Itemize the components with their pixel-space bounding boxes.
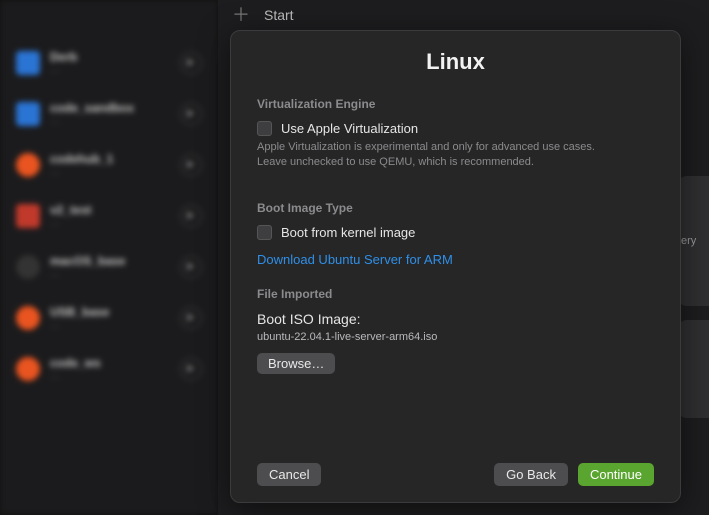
vm-sub: …: [50, 166, 113, 177]
dialog-title: Linux: [257, 49, 654, 75]
boot-iso-filename: ubuntu-22.04.1-live-server-arm64.iso: [257, 331, 654, 343]
vm-name: USB_base: [50, 305, 109, 319]
play-icon[interactable]: ▶: [180, 358, 202, 380]
sidebar-item-vm[interactable]: USB_base … ▶: [10, 297, 208, 338]
play-icon[interactable]: ▶: [180, 205, 202, 227]
section-file-imported: File Imported Boot ISO Image: ubuntu-22.…: [257, 287, 654, 374]
vm-sub: …: [50, 115, 134, 126]
vm-sub: …: [50, 268, 125, 279]
continue-button[interactable]: Continue: [578, 463, 654, 486]
vm-sub: …: [50, 217, 91, 228]
hint-text: Apple Virtualization is experimental and…: [257, 140, 617, 171]
sidebar-item-vm[interactable]: code_ws … ▶: [10, 348, 208, 389]
section-heading: File Imported: [257, 287, 654, 301]
main-area: ＋ Start ery Linux Virtualization Engine …: [218, 0, 709, 515]
sidebar-item-vm[interactable]: Derb … ▶: [10, 42, 208, 83]
checkbox-icon[interactable]: [257, 121, 272, 136]
use-apple-virtualization-row[interactable]: Use Apple Virtualization: [257, 121, 654, 136]
sidebar-item-vm[interactable]: codehub_1 … ▶: [10, 144, 208, 185]
wizard-dialog: Linux Virtualization Engine Use Apple Vi…: [230, 30, 681, 503]
vm-icon: [16, 306, 40, 330]
toolbar-start-label[interactable]: Start: [264, 7, 294, 23]
sidebar-item-vm[interactable]: macOS_base … ▶: [10, 246, 208, 287]
sidebar-item-vm[interactable]: v2_test … ▶: [10, 195, 208, 236]
play-icon[interactable]: ▶: [180, 103, 202, 125]
play-icon[interactable]: ▶: [180, 307, 202, 329]
peek-text: ery: [681, 235, 696, 247]
play-icon[interactable]: ▶: [180, 154, 202, 176]
sidebar-item-vm[interactable]: code_sandbox … ▶: [10, 93, 208, 134]
boot-from-kernel-row[interactable]: Boot from kernel image: [257, 225, 654, 240]
vm-icon: [16, 255, 40, 279]
section-heading: Boot Image Type: [257, 201, 654, 215]
go-back-button[interactable]: Go Back: [494, 463, 568, 486]
vm-icon: [16, 102, 40, 126]
cancel-button[interactable]: Cancel: [257, 463, 321, 486]
play-icon[interactable]: ▶: [180, 256, 202, 278]
vm-icon: [16, 51, 40, 75]
browse-button[interactable]: Browse…: [257, 353, 335, 374]
vm-sub: …: [50, 64, 77, 75]
section-virtualization-engine: Virtualization Engine Use Apple Virtuali…: [257, 97, 654, 171]
vm-icon: [16, 357, 40, 381]
dialog-footer: Cancel Go Back Continue: [257, 451, 654, 486]
add-icon[interactable]: ＋: [232, 6, 250, 24]
vm-sub: …: [50, 319, 109, 330]
vm-name: macOS_base: [50, 254, 125, 268]
vm-name: v2_test: [50, 203, 91, 217]
boot-iso-label: Boot ISO Image:: [257, 311, 654, 327]
background-card-peek: ery: [677, 176, 709, 306]
vm-name: codehub_1: [50, 152, 113, 166]
vm-sub: …: [50, 370, 101, 381]
vm-name: Derb: [50, 50, 77, 64]
play-icon[interactable]: ▶: [180, 52, 202, 74]
background-card-peek: [677, 320, 709, 418]
section-heading: Virtualization Engine: [257, 97, 654, 111]
section-boot-image-type: Boot Image Type Boot from kernel image D…: [257, 201, 654, 269]
vm-icon: [16, 153, 40, 177]
checkbox-icon[interactable]: [257, 225, 272, 240]
sidebar: Derb … ▶ code_sandbox … ▶ codehub_1 … ▶ …: [0, 0, 218, 515]
vm-name: code_ws: [50, 356, 101, 370]
toolbar: ＋ Start: [218, 0, 709, 30]
vm-icon: [16, 204, 40, 228]
vm-name: code_sandbox: [50, 101, 134, 115]
download-ubuntu-link[interactable]: Download Ubuntu Server for ARM: [257, 252, 453, 267]
checkbox-label: Boot from kernel image: [281, 225, 415, 240]
checkbox-label: Use Apple Virtualization: [281, 121, 418, 136]
